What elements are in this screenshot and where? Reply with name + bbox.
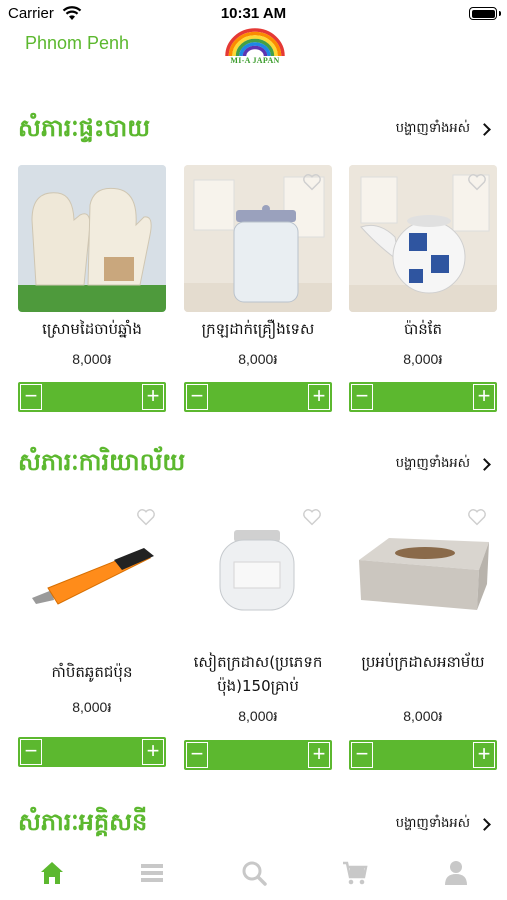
decrease-button[interactable]: − (20, 384, 42, 410)
decrease-button[interactable]: − (351, 384, 373, 410)
section-title: សំភារៈផ្ទះបាយ (18, 114, 151, 142)
product-name: ប៉ាន់តែ (403, 320, 443, 338)
product-price: 8,000៛ (238, 708, 278, 724)
product-image (18, 165, 166, 312)
see-all-link[interactable]: បង្ហាញទាំងអស់ (395, 120, 491, 139)
product-price: 8,000៛ (72, 351, 112, 367)
increase-button[interactable]: + (473, 384, 495, 410)
quantity-stepper: − + (184, 740, 332, 770)
increase-button[interactable]: + (142, 739, 164, 765)
chevron-right-icon (478, 458, 491, 471)
quantity-stepper: − + (18, 737, 166, 767)
menu-icon[interactable] (137, 858, 167, 888)
product-image (349, 165, 497, 312)
see-all-label: បង្ហាញទាំងអស់ (395, 456, 470, 471)
product-image (184, 165, 332, 312)
product-name: កាំបិតឆូតជប៉ុន (51, 663, 133, 681)
see-all-link[interactable]: បង្ហាញទាំងអស់ (395, 455, 491, 474)
home-icon[interactable] (37, 858, 67, 888)
increase-button[interactable]: + (142, 384, 164, 410)
product-image (18, 500, 166, 647)
product-image (349, 500, 497, 647)
quantity-stepper: − + (349, 740, 497, 770)
heart-icon[interactable] (302, 173, 322, 191)
product-image (184, 500, 332, 647)
cart-icon[interactable] (340, 858, 370, 888)
see-all-label: បង្ហាញទាំងអស់ (395, 816, 470, 831)
product-name: ប្រអប់ក្រដាសអនាម័យ (361, 653, 485, 671)
heart-icon[interactable] (467, 508, 487, 526)
chevron-right-icon (478, 818, 491, 831)
section-title: សំភារៈអគ្គិសនី (18, 808, 148, 836)
chevron-right-icon (478, 123, 491, 136)
decrease-button[interactable]: − (186, 742, 208, 768)
product-price: 8,000៛ (403, 351, 443, 367)
decrease-button[interactable]: − (20, 739, 42, 765)
quantity-stepper: − + (184, 382, 332, 412)
user-icon[interactable] (441, 858, 471, 888)
increase-button[interactable]: + (473, 742, 495, 768)
location-label[interactable]: Phnom Penh (25, 33, 129, 54)
clock: 10:31 AM (220, 5, 287, 22)
battery-icon (469, 7, 501, 20)
quantity-stepper: − + (18, 382, 166, 412)
increase-button[interactable]: + (308, 742, 330, 768)
product-price: 8,000៛ (238, 351, 278, 367)
logo-text: MI-A JAPAN (230, 56, 280, 65)
see-all-link[interactable]: បង្ហាញទាំងអស់ (395, 815, 491, 834)
decrease-button[interactable]: − (351, 742, 373, 768)
product-name: ស្រោមដៃចាប់ឆ្នាំង (42, 320, 142, 338)
search-icon[interactable] (239, 858, 269, 888)
product-price: 8,000៛ (72, 699, 112, 715)
decrease-button[interactable]: − (186, 384, 208, 410)
quantity-stepper: − + (349, 382, 497, 412)
product-name: ក្រឡដាក់គ្រឿងទេស (201, 320, 315, 338)
product-price: 8,000៛ (403, 708, 443, 724)
section-title: សំភារៈការិយាល័យ (18, 448, 186, 476)
heart-icon[interactable] (467, 173, 487, 191)
increase-button[interactable]: + (308, 384, 330, 410)
status-bar: Carrier 10:31 AM (0, 0, 507, 26)
heart-icon[interactable] (136, 508, 156, 526)
tab-bar (0, 848, 507, 900)
product-name: សៀតក្រដាស(ប្រភេទកប៉ុង)150គ្រាប់ (193, 653, 323, 695)
see-all-label: បង្ហាញទាំងអស់ (395, 121, 470, 136)
heart-icon[interactable] (302, 508, 322, 526)
